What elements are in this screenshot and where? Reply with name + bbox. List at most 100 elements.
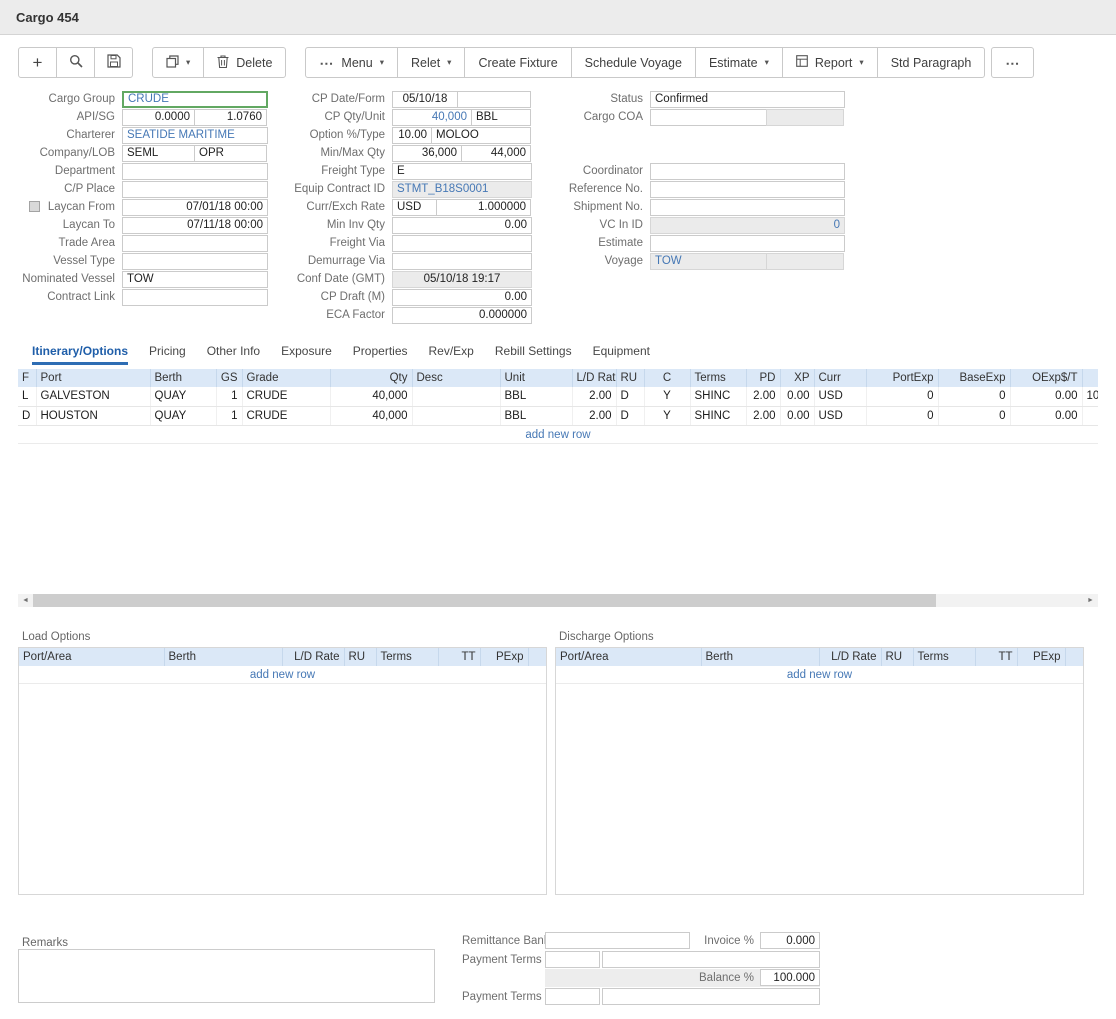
cell[interactable] [1082, 406, 1098, 425]
cell[interactable]: D [18, 406, 36, 425]
cell[interactable]: QUAY [150, 406, 216, 425]
nominated-vessel-input[interactable] [122, 271, 268, 288]
min-inv-qty-input[interactable] [392, 217, 532, 234]
laycan-from-input[interactable] [122, 199, 268, 216]
copy-button[interactable]: ▾ [152, 47, 204, 78]
cell[interactable]: 2.00 [572, 387, 616, 406]
cell[interactable]: 0.00 [1010, 387, 1082, 406]
payment-terms-2-desc-input[interactable] [602, 988, 820, 1005]
cell[interactable]: Y [644, 406, 690, 425]
sg-input[interactable] [194, 109, 267, 126]
cp-qty-input[interactable] [392, 109, 472, 126]
cp-date-input[interactable] [392, 91, 458, 108]
option-pct-input[interactable] [392, 127, 432, 144]
voyage-input[interactable] [650, 253, 767, 270]
save-button[interactable] [94, 47, 133, 78]
scrollbar-track[interactable] [33, 594, 1083, 607]
exch-rate-input[interactable] [436, 199, 531, 216]
delete-button[interactable]: Delete [203, 47, 286, 78]
cell[interactable]: QUAY [150, 387, 216, 406]
currency-input[interactable] [392, 199, 437, 216]
trade-area-input[interactable] [122, 235, 268, 252]
new-button[interactable]: + [18, 47, 57, 78]
cell[interactable]: BBL [500, 387, 572, 406]
cell[interactable]: 2.00 [746, 387, 780, 406]
contract-link-input[interactable] [122, 289, 268, 306]
cell[interactable]: SHINC [690, 406, 746, 425]
cell[interactable]: CRUDE [242, 406, 330, 425]
cell[interactable]: 2.00 [746, 406, 780, 425]
payment-terms-code-input[interactable] [545, 951, 600, 968]
vessel-type-input[interactable] [122, 253, 268, 270]
tab-other-info[interactable]: Other Info [207, 344, 260, 365]
reference-no-input[interactable] [650, 181, 845, 198]
cp-form-input[interactable] [457, 91, 531, 108]
charterer-input[interactable] [122, 127, 268, 144]
discharge-options-add-row-link[interactable]: add new row [556, 666, 1083, 684]
laycan-checkbox[interactable] [29, 201, 40, 212]
cell[interactable]: 0.00 [1010, 406, 1082, 425]
scroll-right-icon[interactable]: ► [1083, 594, 1098, 607]
itinerary-row[interactable]: D HOUSTON QUAY 1 CRUDE 40,000 BBL 2.00 D… [18, 406, 1098, 425]
cell[interactable]: BBL [500, 406, 572, 425]
coordinator-input[interactable] [650, 163, 845, 180]
tab-rev-exp[interactable]: Rev/Exp [429, 344, 474, 365]
estimate-button[interactable]: Estimate ▾ [695, 47, 783, 78]
laycan-to-input[interactable] [122, 217, 268, 234]
cell[interactable]: USD [814, 387, 866, 406]
lob-input[interactable] [194, 145, 267, 162]
cell[interactable]: HOUSTON [36, 406, 150, 425]
cell[interactable]: 1 [216, 406, 242, 425]
cell[interactable]: 2.00 [572, 406, 616, 425]
demurrage-via-input[interactable] [392, 253, 532, 270]
std-paragraph-button[interactable]: Std Paragraph [877, 47, 986, 78]
cargo-group-input[interactable] [122, 91, 268, 108]
cell[interactable]: USD [814, 406, 866, 425]
remarks-textarea[interactable] [18, 949, 435, 1003]
cargo-coa-input[interactable] [650, 109, 767, 126]
more-button[interactable]: ⋯ [991, 47, 1034, 78]
cell[interactable]: L [18, 387, 36, 406]
itinerary-row[interactable]: L GALVESTON QUAY 1 CRUDE 40,000 BBL 2.00… [18, 387, 1098, 406]
balance-pct-input[interactable] [760, 969, 820, 986]
cell[interactable]: D [616, 406, 644, 425]
relet-button[interactable]: Relet ▾ [397, 47, 465, 78]
cell[interactable]: 40,000 [330, 387, 412, 406]
api-input[interactable] [122, 109, 195, 126]
shipment-no-input[interactable] [650, 199, 845, 216]
horizontal-scrollbar[interactable]: ◄ ► [18, 594, 1098, 607]
schedule-voyage-button[interactable]: Schedule Voyage [571, 47, 696, 78]
invoice-pct-input[interactable] [760, 932, 820, 949]
department-input[interactable] [122, 163, 268, 180]
min-qty-input[interactable] [392, 145, 462, 162]
max-qty-input[interactable] [461, 145, 531, 162]
tab-properties[interactable]: Properties [353, 344, 408, 365]
scrollbar-thumb[interactable] [33, 594, 936, 607]
cell[interactable]: Y [644, 387, 690, 406]
cell[interactable]: 0.00 [780, 406, 814, 425]
cell[interactable]: 0 [866, 387, 938, 406]
freight-via-input[interactable] [392, 235, 532, 252]
tab-rebill-settings[interactable]: Rebill Settings [495, 344, 572, 365]
cp-place-input[interactable] [122, 181, 268, 198]
eca-factor-input[interactable] [392, 307, 532, 324]
cell[interactable]: CRUDE [242, 387, 330, 406]
cell[interactable]: 0 [938, 406, 1010, 425]
cp-draft-input[interactable] [392, 289, 532, 306]
tab-pricing[interactable]: Pricing [149, 344, 186, 365]
cell[interactable]: D [616, 387, 644, 406]
remittance-bank-input[interactable] [545, 932, 690, 949]
cell[interactable]: GALVESTON [36, 387, 150, 406]
cell[interactable] [412, 387, 500, 406]
create-fixture-button[interactable]: Create Fixture [464, 47, 571, 78]
cell[interactable]: 0 [866, 406, 938, 425]
cell[interactable] [412, 406, 500, 425]
freight-type-input[interactable] [392, 163, 532, 180]
cell[interactable]: 40,000 [330, 406, 412, 425]
cell[interactable]: SHINC [690, 387, 746, 406]
cell[interactable]: 1 [216, 387, 242, 406]
cell[interactable]: 10 [1082, 387, 1098, 406]
tab-exposure[interactable]: Exposure [281, 344, 332, 365]
payment-terms-2-code-input[interactable] [545, 988, 600, 1005]
load-options-add-row-link[interactable]: add new row [19, 666, 546, 684]
